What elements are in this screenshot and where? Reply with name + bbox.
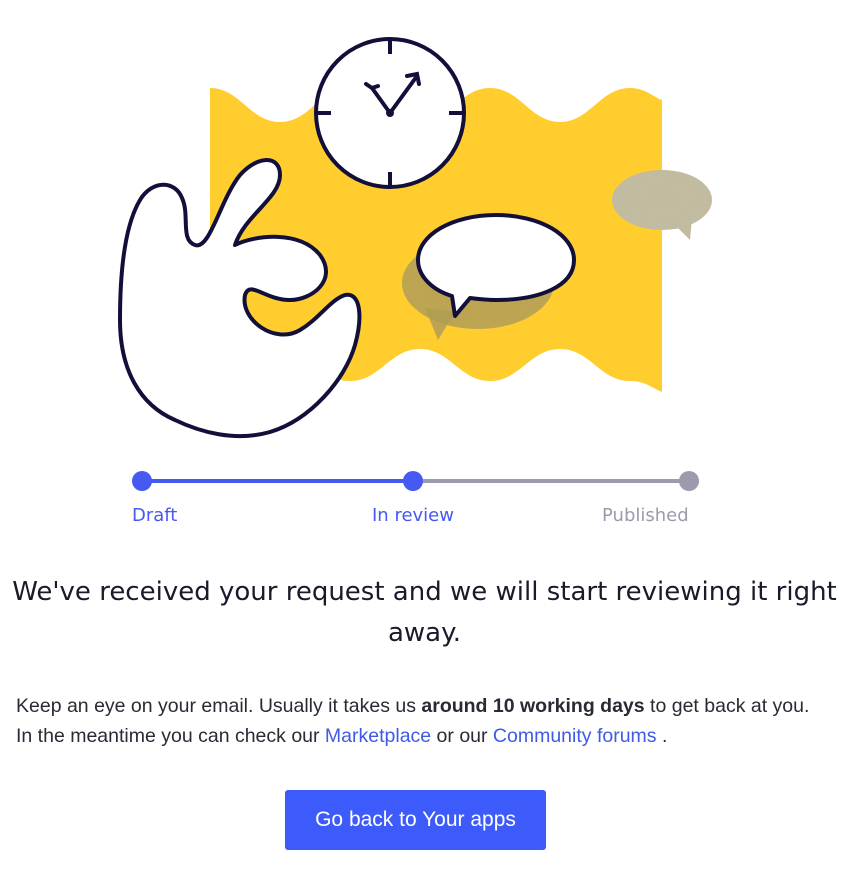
confirmation-headline: We've received your request and we will … [12,577,837,648]
step-dot-draft [132,471,152,491]
progress-track-complete [142,479,413,483]
step-label-draft: Draft [132,505,178,526]
community-forums-link[interactable]: Community forums [493,725,657,747]
message-text-4: . [656,725,668,747]
step-dot-in-review [403,471,423,491]
clock-icon [314,37,466,189]
step-label-published: Published [602,505,689,526]
confirmation-message: Keep an eye on your email. Usually it ta… [16,691,826,751]
marketplace-link[interactable]: Marketplace [325,725,431,747]
message-text-3: or our [431,725,493,747]
message-emphasis: around 10 working days [421,695,645,717]
progress-track-pending [413,479,689,483]
message-text-1: Keep an eye on your email. Usually it ta… [16,695,422,717]
review-illustration [118,37,712,439]
go-back-to-apps-button[interactable]: Go back to Your apps [285,790,546,850]
step-dot-published [679,471,699,491]
review-progress: Draft In review Published [0,460,849,530]
step-label-in-review: In review [372,505,454,526]
